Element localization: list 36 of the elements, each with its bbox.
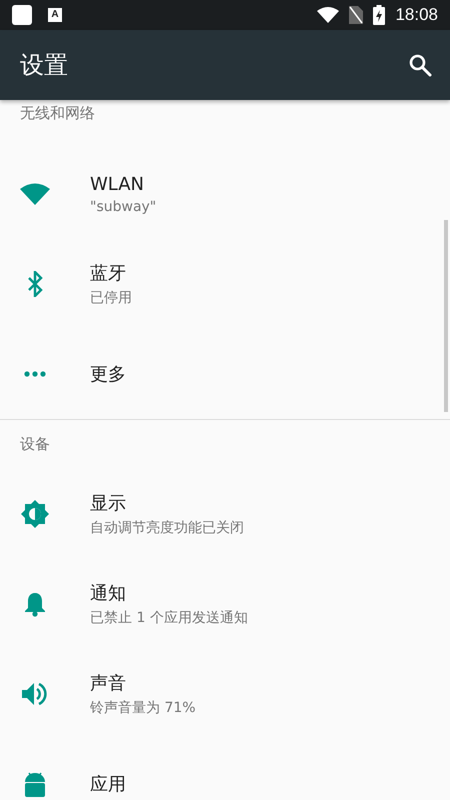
settings-item[interactable]: 应用: [0, 739, 450, 800]
item-summary: 铃声音量为 71%: [90, 699, 196, 717]
item-summary: 自动调节亮度功能已关闭: [90, 519, 244, 537]
item-title: 蓝牙: [90, 262, 127, 285]
app-notification-icon: [12, 5, 32, 25]
settings-item[interactable]: 更多: [0, 329, 450, 419]
item-title: 更多: [90, 363, 126, 386]
item-title: 显示: [90, 492, 127, 515]
android-icon: [23, 771, 47, 797]
settings-item[interactable]: WLAN "subway": [0, 149, 450, 239]
settings-item[interactable]: 声音 铃声音量为 71%: [0, 649, 450, 739]
battery-charging-icon: [373, 5, 386, 25]
settings-item[interactable]: 显示 自动调节亮度功能已关闭: [0, 469, 450, 559]
wifi-icon: [317, 7, 340, 23]
item-title: 声音: [90, 672, 127, 695]
item-title: 应用: [90, 773, 126, 796]
clock-time: 18:08: [395, 5, 438, 25]
wifi-icon: [20, 183, 50, 205]
item-summary: 已禁止 1 个应用发送通知: [90, 609, 248, 627]
item-title: WLAN: [90, 174, 146, 194]
item-summary: "subway": [90, 198, 156, 214]
settings-item[interactable]: 蓝牙 已停用: [0, 239, 450, 329]
no-sim-icon: [349, 6, 364, 24]
bluetooth-icon: [27, 271, 43, 297]
keyboard-notification-icon: A: [48, 8, 62, 22]
brightness-icon: [21, 500, 49, 528]
section-header: 无线和网络: [19, 103, 96, 124]
more-icon: [24, 371, 46, 377]
item-title: 通知: [90, 582, 127, 605]
settings-item[interactable]: 通知 已禁止 1 个应用发送通知: [0, 559, 450, 649]
search-icon[interactable]: [408, 53, 432, 77]
page-title: 设置: [20, 50, 68, 81]
bell-icon: [24, 591, 46, 617]
section-header: 设备: [19, 434, 51, 455]
speaker-icon: [22, 682, 48, 706]
item-summary: 已停用: [90, 289, 132, 307]
